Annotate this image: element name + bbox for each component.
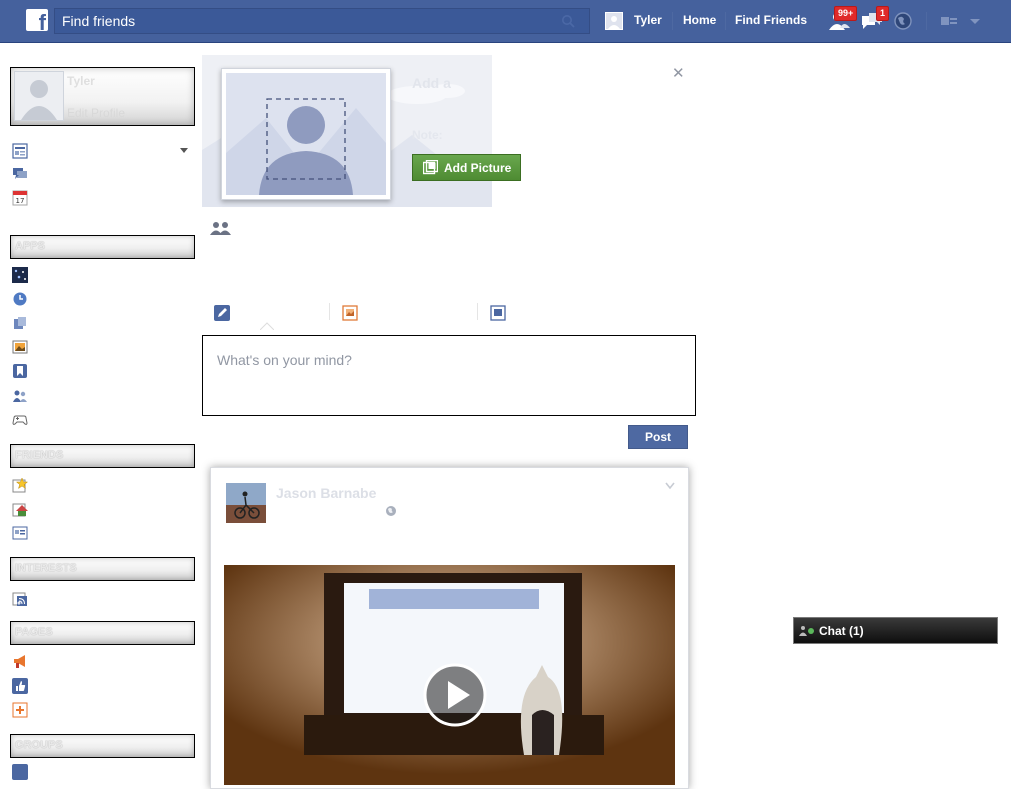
section-title: FRIENDS <box>15 449 64 461</box>
messages-badge: 1 <box>876 6 890 21</box>
default-avatar-icon <box>15 72 63 120</box>
like-thumb-icon[interactable] <box>12 678 28 694</box>
privacy-shortcuts[interactable] <box>940 10 964 32</box>
close-icon[interactable]: ✕ <box>672 64 685 82</box>
family-home-icon[interactable] <box>12 501 28 517</box>
account-menu[interactable] <box>968 10 992 32</box>
pages-feed-icon[interactable] <box>12 315 28 331</box>
messages-icon[interactable] <box>12 166 28 182</box>
find-friends-link[interactable]: Find Friends <box>735 13 807 27</box>
tab-divider <box>477 303 478 320</box>
notifications-jewel[interactable] <box>893 10 917 32</box>
author-avatar[interactable] <box>226 483 266 523</box>
privacy-shortcuts-icon <box>941 17 957 25</box>
app-center-icon[interactable] <box>12 267 28 283</box>
section-header-apps: APPS <box>10 235 195 259</box>
section-title: GROUPS <box>15 739 63 751</box>
friends-group-icon[interactable] <box>12 388 28 404</box>
section-title: APPS <box>15 240 45 252</box>
create-page-icon[interactable] <box>12 702 28 718</box>
chevron-down-icon[interactable] <box>180 148 188 153</box>
profile-photo-frame[interactable] <box>221 68 391 200</box>
photos-icon[interactable] <box>12 339 28 355</box>
friend-list-icon[interactable] <box>12 525 28 541</box>
nav-divider <box>926 12 927 30</box>
default-avatar-icon <box>606 13 622 29</box>
nav-avatar[interactable] <box>605 12 623 30</box>
friend-requests-badge: 99+ <box>834 6 858 21</box>
globe-icon <box>894 12 912 30</box>
tab-divider <box>329 303 330 320</box>
public-globe-icon[interactable] <box>385 505 397 517</box>
chevron-down-icon[interactable] <box>665 482 675 490</box>
section-header-groups: GROUPS <box>10 734 195 758</box>
groups-icon[interactable] <box>12 764 28 780</box>
author-name[interactable]: Jason Barnabe <box>276 485 376 501</box>
profile-card[interactable]: Tyler Edit Profile <box>10 67 195 126</box>
add-picture-button[interactable]: Add Picture <box>412 154 521 181</box>
messages-jewel[interactable]: 1 <box>860 6 890 32</box>
video-player[interactable] <box>224 565 675 785</box>
section-title: INTERESTS <box>15 562 77 574</box>
add-photo-video-icon[interactable] <box>342 305 358 321</box>
active-tab-caret-icon <box>260 322 274 330</box>
search-box[interactable] <box>54 8 590 34</box>
chat-online-icon <box>799 626 814 636</box>
profile-photo-placeholder <box>226 73 386 195</box>
author-photo <box>226 483 266 523</box>
home-link[interactable]: Home <box>683 13 716 27</box>
section-header-interests: INTERESTS <box>10 557 195 581</box>
games-controller-icon[interactable] <box>12 412 28 428</box>
top-navigation-bar: f Tyler Home Find Friends 99+ 1 <box>0 0 1011 43</box>
add-photo-title: Add a <box>412 75 451 91</box>
saved-bookmark-icon[interactable] <box>12 363 28 379</box>
nav-divider <box>725 12 726 30</box>
close-friends-star-icon[interactable] <box>12 477 28 493</box>
chevron-down-icon <box>970 19 980 24</box>
events-calendar-icon[interactable]: 17 <box>12 190 28 206</box>
chat-sidebar-tab[interactable]: Chat (1) <box>793 617 998 644</box>
friend-requests-jewel[interactable]: 99+ <box>828 6 858 32</box>
play-icon[interactable] <box>422 662 488 728</box>
interest-feed-icon[interactable] <box>12 590 28 606</box>
update-status-icon[interactable] <box>214 305 230 321</box>
news-feed-icon[interactable] <box>12 143 28 159</box>
profile-picture[interactable] <box>14 71 64 121</box>
profile-name[interactable]: Tyler <box>67 74 95 88</box>
note-label: Note: <box>412 128 443 142</box>
megaphone-icon[interactable] <box>12 653 28 669</box>
section-header-friends: FRIENDS <box>10 444 195 468</box>
section-title: PAGES <box>15 626 53 638</box>
friends-group-icon[interactable] <box>210 220 232 236</box>
chat-label: Chat (1) <box>819 624 864 638</box>
add-picture-label: Add Picture <box>444 161 512 175</box>
nav-divider <box>672 12 673 30</box>
facebook-logo[interactable]: f <box>26 9 48 34</box>
history-clock-icon[interactable] <box>12 291 28 307</box>
section-header-pages: PAGES <box>10 621 195 645</box>
search-input[interactable] <box>62 12 542 30</box>
svg-text:17: 17 <box>16 197 25 205</box>
edit-profile-link[interactable]: Edit Profile <box>67 106 125 120</box>
status-input[interactable] <box>217 352 677 402</box>
silhouette-icon <box>226 73 386 195</box>
photo-album-icon[interactable] <box>490 305 506 321</box>
profile-link[interactable]: Tyler <box>634 13 662 27</box>
status-composer[interactable] <box>202 335 696 416</box>
add-photo-icon <box>423 160 438 175</box>
news-feed-story: Jason Barnabe <box>210 467 689 789</box>
search-icon[interactable] <box>561 14 575 28</box>
post-button[interactable]: Post <box>628 425 688 449</box>
